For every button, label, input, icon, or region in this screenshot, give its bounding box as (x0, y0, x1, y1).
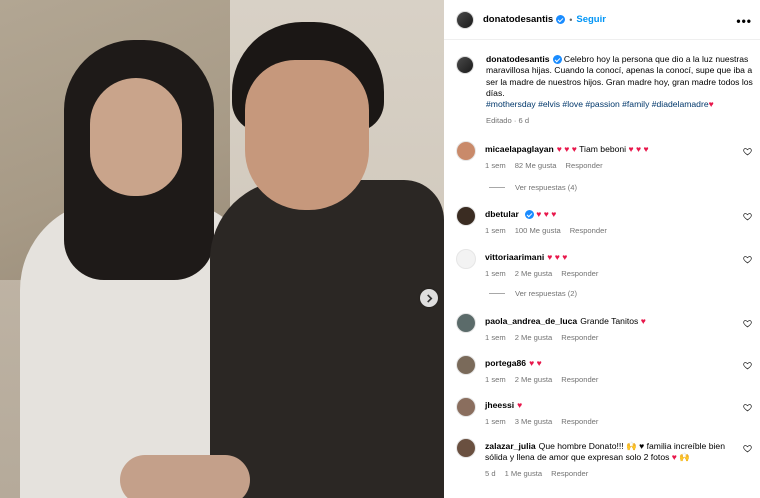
verified-icon (524, 210, 534, 220)
comment-item: jheessi ♥ 1 sem 3 Me gusta Responder (456, 397, 756, 427)
reply-button[interactable]: Responder (551, 469, 588, 478)
reply-button[interactable]: Responder (570, 226, 607, 235)
comment-username[interactable]: jheessi (485, 400, 514, 410)
author-username[interactable]: donatodesantis (483, 14, 553, 25)
comment-likes[interactable]: 2 Me gusta (515, 269, 553, 278)
view-replies-label[interactable]: Ver respuestas (2) (515, 289, 577, 298)
comment-time: 1 sem (485, 375, 506, 385)
reply-button[interactable]: Responder (561, 269, 598, 278)
replies-divider (489, 187, 505, 188)
comment-avatar[interactable] (456, 355, 476, 375)
comment-item: paola_andrea_de_luca Grande Tanitos ♥ 1 se… (456, 313, 756, 343)
comment-time: 1 sem (485, 269, 506, 279)
post-photo (0, 0, 444, 498)
separator-dot: • (569, 14, 573, 25)
comment-likes[interactable]: 2 Me gusta (515, 333, 553, 342)
comment-username[interactable]: portega86 (485, 358, 526, 368)
comment-item: micaelapaglayan ♥ ♥ ♥ Tiam beboni ♥ ♥ ♥ 1 … (456, 141, 756, 171)
more-options-icon[interactable]: ••• (736, 14, 752, 28)
comment-username[interactable]: paola_andrea_de_luca (485, 316, 577, 326)
heart-outline-icon (743, 213, 752, 221)
comment-like-button[interactable] (743, 319, 752, 330)
author-avatar[interactable] (456, 10, 474, 29)
comment-time: 1 sem (485, 226, 506, 236)
comment-avatar[interactable] (456, 438, 476, 458)
comment-like-button[interactable] (743, 361, 752, 372)
comment-username[interactable]: vittoriaarimani (485, 252, 544, 262)
comment-item: vittoriaarimani ♥ ♥ ♥ 1 sem 2 Me gusta Respo… (456, 249, 756, 279)
next-image-button[interactable] (420, 289, 438, 307)
comment-time: 1 sem (485, 333, 506, 343)
heart-outline-icon (743, 148, 752, 156)
view-replies-button[interactable]: Ver respuestas (4) (489, 183, 577, 192)
verified-icon (552, 55, 562, 65)
comment-likes[interactable]: 3 Me gusta (515, 417, 553, 426)
chevron-right-icon (426, 293, 432, 303)
comment-username[interactable]: zalazar_julia (485, 441, 536, 451)
post-panel: donatodesantis • Seguir ••• donatodesant… (444, 0, 760, 498)
comment-like-button[interactable] (743, 255, 752, 266)
replies-divider (489, 293, 505, 294)
comment-likes[interactable]: 1 Me gusta (505, 469, 543, 478)
heart-emoji: ♥ (708, 99, 714, 110)
comment-likes[interactable]: 82 Me gusta (515, 161, 557, 170)
comment-likes[interactable]: 100 Me gusta (515, 226, 561, 235)
comment-like-button[interactable] (743, 444, 752, 455)
comment-likes[interactable]: 2 Me gusta (515, 375, 553, 384)
heart-outline-icon (743, 320, 752, 328)
caption-hashtags[interactable]: #mothersday #elvis #love #passion #famil… (486, 99, 709, 109)
comment-avatar[interactable] (456, 397, 476, 417)
reply-button[interactable]: Responder (561, 417, 598, 426)
comment-time: 1 sem (485, 417, 506, 427)
comment-text: Grande Tanitos (580, 316, 641, 326)
comment-username[interactable]: micaelapaglayan (485, 144, 554, 154)
comment-emoji-post: ♥ 🙌 (671, 452, 690, 463)
comment-text: Tiam beboni (576, 144, 629, 154)
comment-emoji-post: ♥ ♥ ♥ (628, 144, 649, 154)
view-replies-label[interactable]: Ver respuestas (4) (515, 183, 577, 192)
comment-emoji-post: ♥ ♥ ♥ (547, 252, 568, 262)
comment-avatar[interactable] (456, 206, 476, 226)
follow-button[interactable]: Seguir (576, 14, 606, 25)
heart-outline-icon (743, 445, 752, 453)
comment-item: portega86 ♥ ♥ 1 sem 2 Me gusta Responder (456, 355, 756, 385)
comment-username[interactable]: dbetular (485, 209, 519, 219)
reply-button[interactable]: Responder (565, 161, 602, 170)
view-replies-button[interactable]: Ver respuestas (2) (489, 289, 577, 298)
comment-like-button[interactable] (743, 212, 752, 223)
verified-icon (556, 15, 566, 24)
heart-outline-icon (743, 362, 752, 370)
heart-outline-icon (743, 256, 752, 264)
post-caption: donatodesantis Celebro hoy la persona qu… (456, 54, 756, 127)
caption-meta: Editado · 6 d (486, 116, 530, 126)
reply-button[interactable]: Responder (561, 333, 598, 342)
comment-like-button[interactable] (743, 147, 752, 158)
comment-avatar[interactable] (456, 249, 476, 269)
comment-emoji-post: ♥ (640, 316, 646, 326)
comment-avatar[interactable] (456, 141, 476, 161)
comment-avatar[interactable] (456, 313, 476, 333)
caption-username[interactable]: donatodesantis (486, 54, 550, 64)
comment-emoji-post: ♥ ♥ (529, 358, 542, 368)
reply-button[interactable]: Responder (561, 375, 598, 384)
comment-time: 1 sem (485, 161, 506, 171)
comment-time: 5 d (485, 469, 496, 479)
comment-emoji-pre: ♥ ♥ ♥ (556, 144, 577, 154)
comment-emoji-post: ♥ (517, 400, 523, 410)
comment-item: zalazar_julia Que hombre Donato!!! 🙌 ♥ fa… (456, 438, 756, 480)
caption-avatar[interactable] (456, 56, 474, 74)
comment-item: dbetular ♥ ♥ ♥ 1 sem 100 Me gusta Responder (456, 206, 756, 236)
comment-emoji-post: ♥ ♥ ♥ (536, 209, 557, 219)
heart-outline-icon (743, 404, 752, 412)
comment-like-button[interactable] (743, 403, 752, 414)
post-header: donatodesantis • Seguir ••• (444, 0, 760, 40)
